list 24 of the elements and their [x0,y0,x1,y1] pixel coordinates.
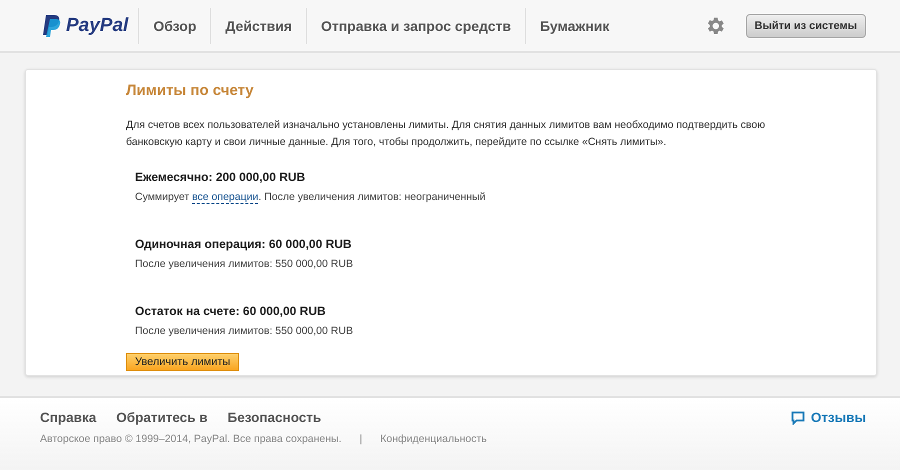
limit-note: После увеличения лимитов: 550 000,00 RUB [135,258,353,270]
nav-link[interactable]: Обзор [138,8,210,44]
chat-bubble-icon [790,410,805,424]
limit-heading: Ежемесячно: 200 000,00 RUB [135,170,306,184]
paypal-logo[interactable]: PayPal [66,14,128,36]
footer-link[interactable]: Справка [40,410,96,425]
nav-link[interactable]: Бумажник [524,8,624,44]
limit-heading: Остаток на счете: 60 000,00 RUB [135,304,326,318]
limit-note: Суммирует все операции. После увеличения лимитов: неограниченный [135,191,486,203]
limit-heading: Одиночная операция: 60 000,00 RUB [135,237,352,251]
operations-link[interactable]: все операции [192,191,258,204]
page-title: Лимиты по счету [126,82,254,99]
nav-link[interactable]: Действия [210,8,306,44]
separator: | [360,433,362,445]
intro-text: Для счетов всех пользователей изначально установлены лимиты. Для снятия данных лимитов вам необходимо подтвердить свою банковскую карту и свои личные данные. Для того, чтобы продолжить, перейдите по ссылке «Снять лимиты». [126,118,766,150]
increase-limits-button[interactable]: Увеличить лимиты [126,353,240,371]
paypal-logo-icon [42,14,62,38]
copyright-text: Авторское право © 1999–2014, PayPal. Все права сохранены. [40,433,342,445]
footer-link[interactable]: Безопасность [228,410,322,425]
logout-button[interactable]: Выйти из системы [746,14,866,38]
footer-link[interactable]: Обратитесь в [116,410,208,425]
feedback-link[interactable]: Отзывы [790,410,866,425]
nav-link[interactable]: Отправка и запрос средств [306,8,525,44]
limit-note: После увеличения лимитов: 550 000,00 RUB [135,325,353,337]
